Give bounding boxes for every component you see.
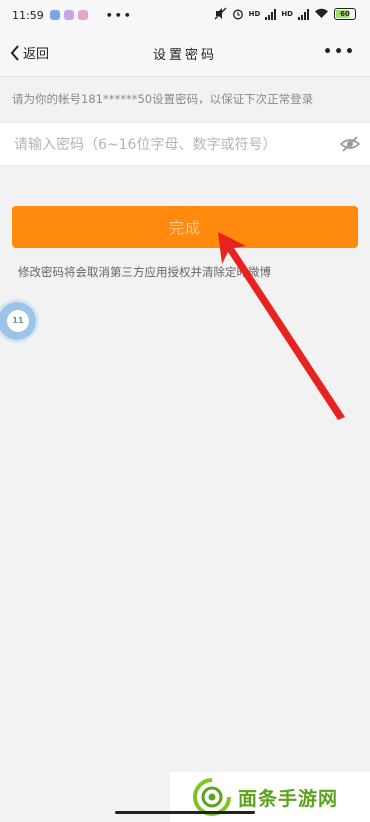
status-bar: 11:59 ••• HD HD 60 [0,0,370,30]
more-notifications-icon: ••• [105,8,133,22]
app-notification-icon [77,10,88,20]
watermark-text: 面条手游网 [238,787,339,810]
back-label: 返回 [23,47,50,62]
app-notification-icon [49,10,60,20]
third-party-notice: 修改密码将会取消第三方应用授权并清除定时微博 [18,265,271,279]
chevron-left-icon [10,44,19,61]
alarm-icon [232,9,243,19]
account-hint: 请为你的帐号181******50设置密码，以保证下次正常登录 [0,77,370,121]
page-title: 设置密码 [152,47,217,63]
password-input[interactable] [12,123,326,167]
back-button[interactable]: 返回 [10,43,49,62]
hd-label: HD [248,9,261,18]
notification-icons [49,10,88,20]
status-time: 11:59 [12,8,44,22]
site-watermark: 面条手游网 [170,772,370,822]
status-icons: HD HD 60 [214,7,356,20]
password-row [0,122,370,167]
home-indicator[interactable] [115,811,255,814]
done-button[interactable]: 完成 [12,206,358,248]
hd-label: HD [281,9,293,18]
battery-level: 60 [340,9,350,18]
mute-icon [214,7,227,20]
wifi-icon [315,8,328,18]
floating-assistant-label: 11 [7,310,29,332]
signal-icon [298,8,309,20]
nav-bar: 返回 设置密码 ••• [0,30,370,77]
hide-password-icon[interactable] [340,134,360,154]
signal-icon [265,8,277,20]
more-menu-button[interactable]: ••• [323,44,356,60]
battery-icon: 60 [334,7,356,20]
app-notification-icon [63,10,74,20]
floating-assistant-button[interactable]: 11 [0,302,36,340]
